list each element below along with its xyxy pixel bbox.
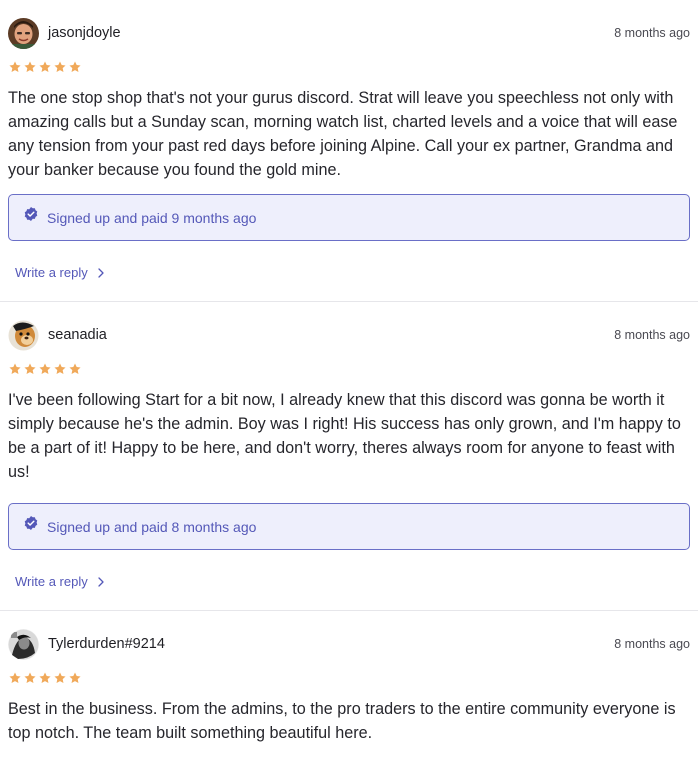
avatar[interactable]	[8, 17, 39, 49]
review-card: Tylerdurden#9214 8 months ago Best in th…	[0, 611, 698, 761]
star-icon	[39, 672, 51, 684]
star-icon	[39, 363, 51, 375]
review-username[interactable]: seanadia	[48, 327, 107, 343]
review-username[interactable]: Tylerdurden#9214	[48, 636, 165, 652]
verified-check-icon	[24, 206, 38, 221]
write-reply-label: Write a reply	[15, 574, 88, 589]
star-icon	[69, 61, 81, 73]
write-reply-button[interactable]: Write a reply	[15, 574, 105, 589]
write-reply-button[interactable]: Write a reply	[15, 265, 105, 280]
review-text: The one stop shop that's not your gurus …	[8, 89, 678, 179]
star-icon	[69, 672, 81, 684]
avatar[interactable]	[8, 319, 39, 351]
review-username[interactable]: jasonjdoyle	[48, 25, 121, 41]
star-icon	[69, 363, 81, 375]
star-rating	[8, 362, 82, 378]
star-icon	[9, 363, 21, 375]
star-icon	[54, 363, 66, 375]
star-icon	[24, 61, 36, 73]
review-timestamp: 8 months ago	[614, 26, 690, 40]
review-header: Tylerdurden#9214 8 months ago	[8, 628, 690, 660]
star-icon	[9, 61, 21, 73]
star-rating	[8, 671, 82, 687]
star-icon	[24, 672, 36, 684]
paid-badge: Signed up and paid 9 months ago	[8, 194, 690, 241]
star-icon	[24, 363, 36, 375]
review-header: jasonjdoyle 8 months ago	[8, 17, 690, 49]
review-card: jasonjdoyle 8 months ago The one stop sh…	[0, 0, 698, 302]
review-text: I've been following Start for a bit now,…	[8, 391, 681, 481]
review-header: seanadia 8 months ago	[8, 319, 690, 351]
chevron-right-icon	[98, 576, 104, 587]
chevron-right-icon	[98, 267, 104, 278]
star-icon	[54, 61, 66, 73]
write-reply-label: Write a reply	[15, 265, 88, 280]
avatar[interactable]	[8, 628, 39, 660]
review-timestamp: 8 months ago	[614, 637, 690, 651]
star-rating	[8, 60, 82, 76]
review-text: Best in the business. From the admins, t…	[8, 700, 676, 742]
verified-check-icon	[24, 515, 38, 530]
review-timestamp: 8 months ago	[614, 328, 690, 342]
review-card: seanadia 8 months ago I've been followin…	[0, 302, 698, 611]
paid-status-text: Signed up and paid 9 months ago	[47, 209, 257, 226]
star-icon	[39, 61, 51, 73]
star-icon	[54, 672, 66, 684]
paid-badge: Signed up and paid 8 months ago	[8, 503, 690, 550]
star-icon	[9, 672, 21, 684]
paid-status-text: Signed up and paid 8 months ago	[47, 518, 257, 535]
